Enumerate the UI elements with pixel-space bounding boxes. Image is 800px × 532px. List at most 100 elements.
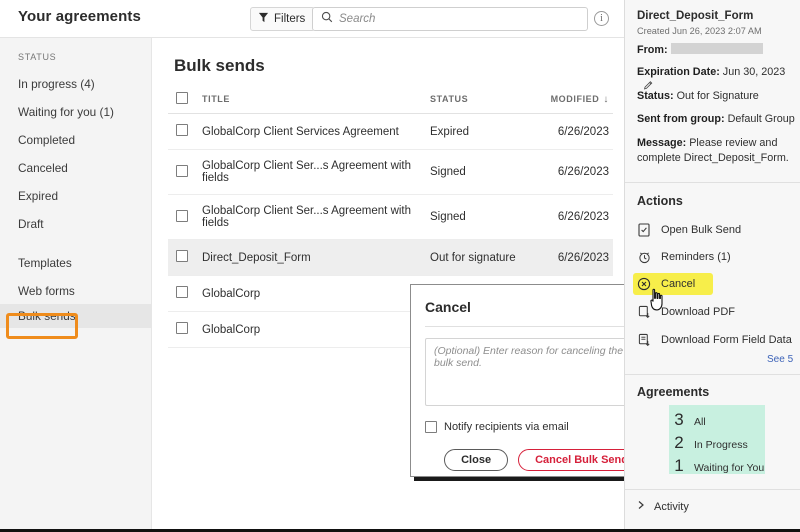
expiration-label: Expiration Date: [637,66,720,78]
row-checkbox[interactable] [176,124,188,136]
funnel-icon [258,12,269,26]
sidebar-item-label: Bulk sends [18,309,76,323]
row-checkbox[interactable] [176,209,188,222]
row-title: GlobalCorp Client Services Agreement [202,113,430,150]
actions-title: Actions [637,194,683,208]
cancel-bulk-send-dialog: Cancel Notify recipients via email Close… [410,284,658,477]
page-title: Your agreements [18,8,141,25]
notify-recipients-row[interactable]: Notify recipients via email [425,421,569,433]
table-row[interactable]: GlobalCorp Client Services Agreement Expi… [168,113,613,150]
action-download-pdf[interactable]: Download PDF [637,301,797,323]
search-icon [321,10,333,28]
main-content: Bulk sends TITLE STATUS MODIFIED ↓ Global… [152,38,662,529]
action-reminders[interactable]: Reminders (1) [637,246,797,268]
sidebar-item-canceled[interactable]: Canceled [0,156,152,180]
sidebar-item-label: Draft [18,217,44,231]
see-more-link[interactable]: See 5 [767,354,797,365]
sidebar-item-waiting-for-you[interactable]: Waiting for you (1) [0,100,152,124]
document-created-date: Created Jun 26, 2023 2:07 AM [637,26,762,36]
sidebar-item-expired[interactable]: Expired [0,184,152,208]
column-header-modified[interactable]: MODIFIED ↓ [548,86,613,114]
sidebar-item-bulk-sends[interactable]: Bulk sends [0,304,152,328]
group-value: Default Group [727,113,795,125]
document-title: Direct_Deposit_Form [637,10,754,22]
status-value: Out for Signature [676,90,759,102]
row-select-cell [168,275,202,312]
row-status: Signed [430,149,548,195]
from-row: From: [637,43,795,58]
agreements-title: Agreements [637,385,710,399]
select-all-checkbox[interactable] [176,92,188,104]
search-box[interactable] [312,7,588,31]
group-label: Sent from group: [637,113,725,125]
search-input[interactable] [339,13,569,25]
details-panel: Direct_Deposit_Form Created Jun 26, 2023… [624,0,800,529]
sidebar-item-templates[interactable]: Templates [0,251,152,275]
agreements-count-in-progress[interactable]: 2 In Progress [673,433,747,453]
activity-section-toggle[interactable]: Activity [637,500,689,513]
row-select-cell [168,311,202,348]
table-row[interactable]: GlobalCorp Client Ser...s Agreement with… [168,194,613,240]
app-window: Your agreements Filters i STATUS In prog… [0,0,800,532]
row-modified: 6/26/2023 [548,113,613,150]
agreement-count: 1 [674,456,684,475]
chevron-right-icon [637,500,645,513]
dialog-title: Cancel [425,299,471,315]
action-label: Reminders (1) [661,251,731,263]
section-heading: Bulk sends [174,56,265,75]
left-sidebar: STATUS In progress (4) Waiting for you (… [0,38,152,529]
from-label: From: [637,44,668,56]
panel-divider [625,489,800,490]
column-header-modified-label: MODIFIED [550,93,600,104]
status-row: Status: Out for Signature [637,89,795,104]
expiration-value: Jun 30, 2023 [722,66,786,78]
row-title: GlobalCorp Client Ser...s Agreement with… [202,149,430,195]
action-open-bulk-send[interactable]: Open Bulk Send [637,219,797,241]
sidebar-item-completed[interactable]: Completed [0,128,152,152]
sidebar-item-label: Waiting for you (1) [18,105,114,119]
sidebar-item-label: Web forms [18,284,75,298]
row-title: GlobalCorp [202,275,430,312]
panel-divider [625,374,800,375]
agreements-count-all[interactable]: 3 All [673,410,706,430]
alarm-clock-icon [637,250,651,265]
notify-recipients-checkbox[interactable] [425,421,437,433]
sidebar-item-in-progress[interactable]: In progress (4) [0,72,152,96]
sidebar-item-draft[interactable]: Draft [0,212,152,236]
cancel-reason-textarea[interactable] [425,338,645,406]
table-row[interactable]: Direct_Deposit_Form Out for signature 6/26… [168,239,613,276]
table-header-row: TITLE STATUS MODIFIED ↓ [168,86,613,114]
row-select-cell [168,239,202,276]
row-checkbox[interactable] [176,250,188,262]
row-checkbox[interactable] [176,322,188,334]
filters-button[interactable]: Filters [250,7,316,31]
column-header-title[interactable]: TITLE [202,86,430,114]
cancel-circle-icon [637,277,651,292]
agreement-count: 3 [674,410,684,429]
close-button[interactable]: Close [444,449,509,471]
activity-label: Activity [654,500,689,513]
row-status: Out for signature [430,239,548,276]
agreement-label: All [694,416,706,428]
row-select-cell [168,113,202,150]
dialog-footer: Close Cancel Bulk Send [444,449,645,471]
agreements-count-waiting-for-you[interactable]: 1 Waiting for You [673,456,764,476]
row-title: GlobalCorp Client Ser...s Agreement with… [202,194,430,240]
row-title: GlobalCorp [202,311,430,348]
sidebar-item-web-forms[interactable]: Web forms [0,279,152,303]
action-label: Download Form Field Data [661,334,792,346]
info-circle-icon[interactable]: i [594,11,609,26]
panel-divider [625,182,800,183]
column-header-status[interactable]: STATUS [430,86,548,114]
table-row[interactable]: GlobalCorp Client Ser...s Agreement with… [168,149,613,195]
download-data-icon [637,333,651,348]
row-modified: 6/26/2023 [548,149,613,195]
filters-label: Filters [274,13,306,25]
row-checkbox[interactable] [176,164,188,177]
top-toolbar: Your agreements Filters i [0,0,624,38]
row-checkbox[interactable] [176,286,188,298]
action-download-form-field-data[interactable]: Download Form Field Data [637,329,797,351]
document-check-icon [637,223,651,238]
agreement-label: Waiting for You [694,462,765,474]
action-cancel[interactable]: Cancel [637,273,797,295]
